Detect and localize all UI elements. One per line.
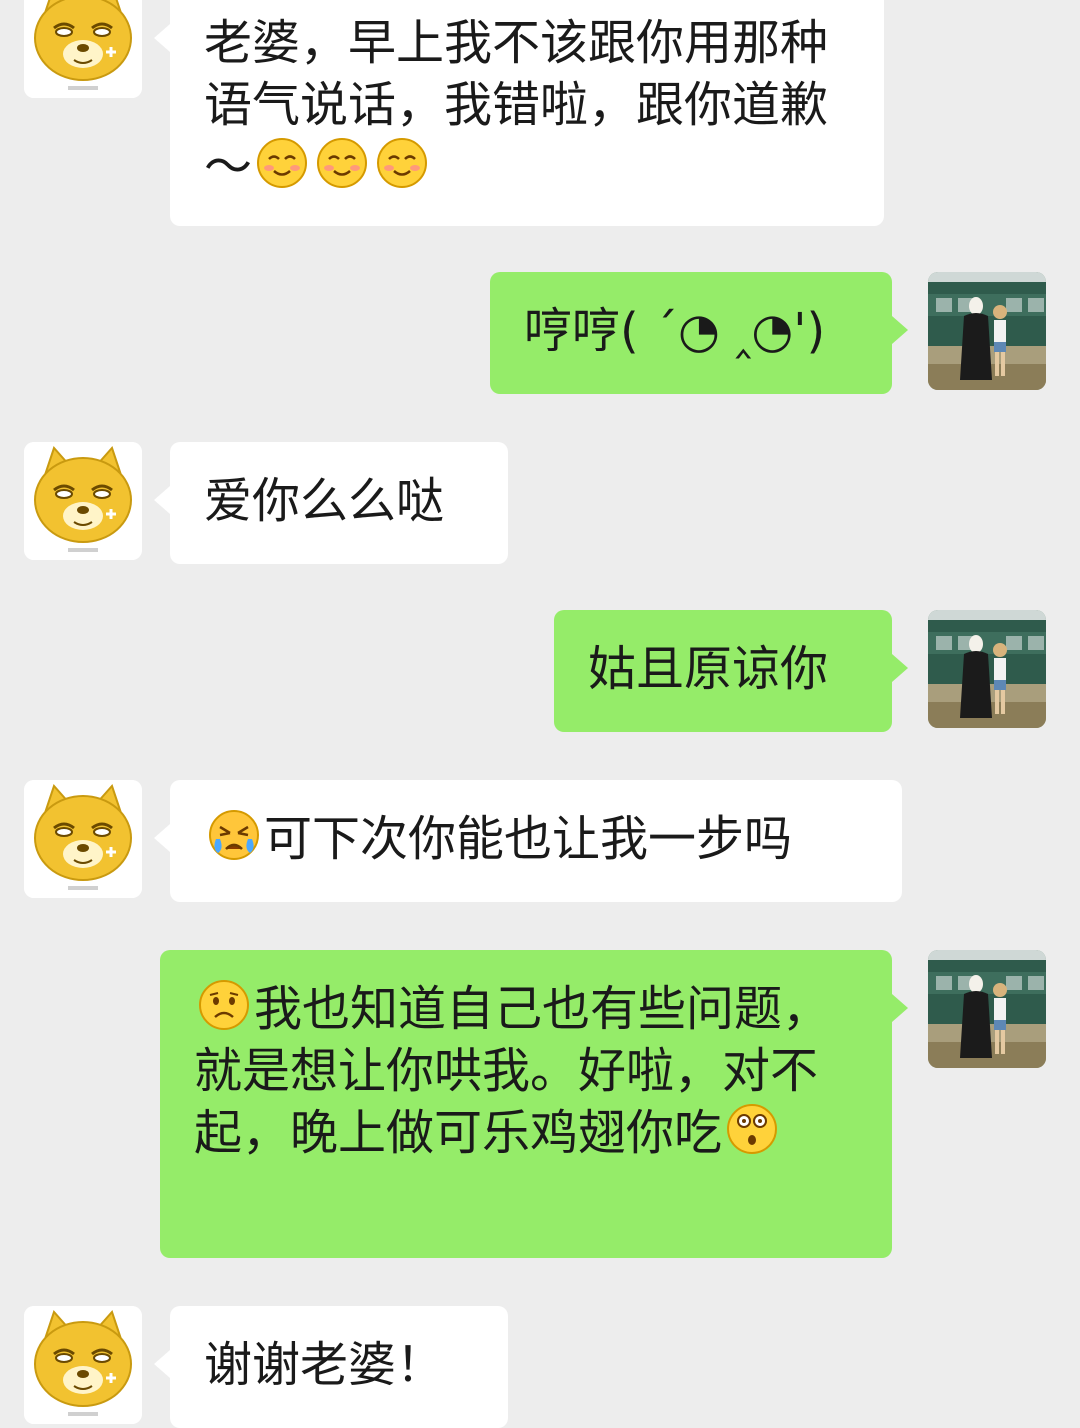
- message-bubble[interactable]: 爱你么么哒: [154, 442, 508, 564]
- cry-angry-icon: [208, 809, 260, 861]
- contact-avatar[interactable]: [24, 442, 142, 560]
- user-avatar[interactable]: [928, 950, 1046, 1068]
- message-bubble[interactable]: 可下次你能也让我一步吗: [154, 780, 902, 902]
- contact-avatar[interactable]: [24, 0, 142, 98]
- smile-blush-icon: [376, 137, 428, 189]
- dog-avatar-icon: [24, 780, 142, 898]
- photo-avatar-icon: [928, 610, 1046, 728]
- user-avatar[interactable]: [928, 272, 1046, 390]
- message-bubble[interactable]: 老婆，早上我不该跟你用那种语气说话，我错啦，跟你道歉～: [154, 0, 884, 226]
- smile-blush-icon: [316, 137, 368, 189]
- contact-avatar[interactable]: [24, 780, 142, 898]
- message-bubble[interactable]: 我也知道自己也有些问题，就是想让你哄我。好啦，对不起，晚上做可乐鸡翅你吃: [160, 950, 908, 1258]
- message-bubble[interactable]: 谢谢老婆！: [154, 1306, 508, 1428]
- photo-avatar-icon: [928, 950, 1046, 1068]
- frown-icon: [198, 979, 250, 1031]
- dog-avatar-icon: [24, 1306, 142, 1424]
- dog-avatar-icon: [24, 442, 142, 560]
- message-text: 哼哼( ´◔ ‸◔'): [524, 303, 826, 359]
- user-avatar[interactable]: [928, 610, 1046, 728]
- message-bubble[interactable]: 哼哼( ´◔ ‸◔'): [490, 272, 908, 394]
- photo-avatar-icon: [928, 272, 1046, 390]
- message-text: 爱你么么哒: [204, 473, 445, 529]
- surprised-icon: [726, 1103, 778, 1155]
- message-text: 姑且原谅你: [588, 641, 829, 697]
- contact-avatar[interactable]: [24, 1306, 142, 1424]
- message-bubble[interactable]: 姑且原谅你: [554, 610, 908, 732]
- message-text: 谢谢老婆！: [204, 1337, 445, 1393]
- message-text: 可下次你能也让我一步吗: [264, 811, 793, 867]
- dog-avatar-icon: [24, 0, 142, 98]
- smile-blush-icon: [256, 137, 308, 189]
